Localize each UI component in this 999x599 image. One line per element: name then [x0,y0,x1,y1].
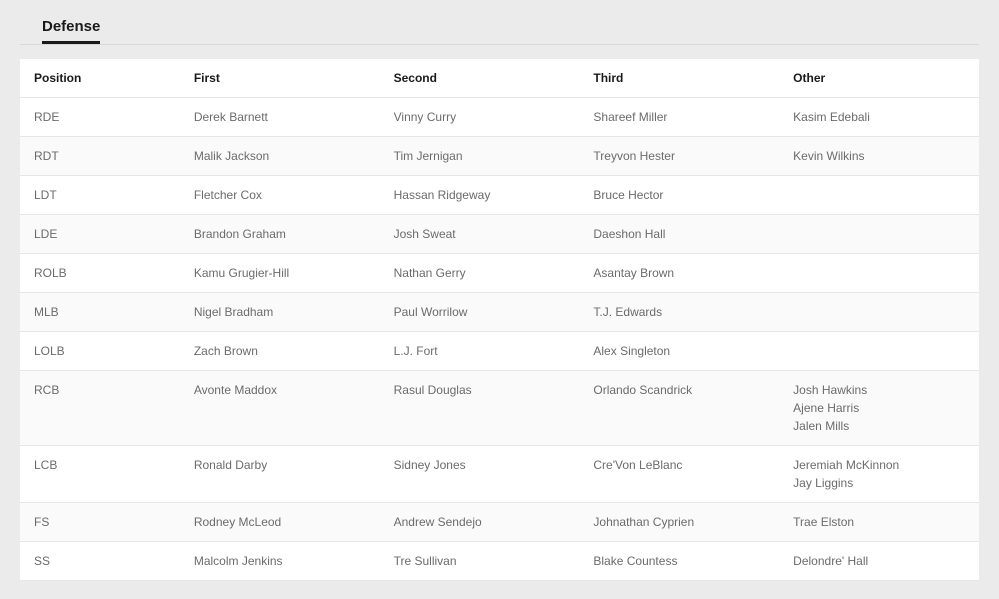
table-row: SSMalcolm JenkinsTre SullivanBlake Count… [20,542,979,581]
table-row: ROLBKamu Grugier-HillNathan GerryAsantay… [20,254,979,293]
cell-second: Vinny Curry [380,98,580,137]
other-player: Delondre' Hall [793,552,965,570]
other-player: Josh Hawkins [793,381,965,399]
cell-other: Josh HawkinsAjene HarrisJalen Mills [779,371,979,446]
cell-position: FS [20,503,180,542]
col-header-third: Third [579,59,779,98]
cell-first: Kamu Grugier-Hill [180,254,380,293]
section-title-wrap: Defense [20,18,979,45]
cell-third: Shareef Miller [579,98,779,137]
cell-position: LCB [20,446,180,503]
cell-first: Nigel Bradham [180,293,380,332]
cell-second: Josh Sweat [380,215,580,254]
cell-first: Malcolm Jenkins [180,542,380,581]
table-row: MLBNigel BradhamPaul WorrilowT.J. Edward… [20,293,979,332]
cell-second: Tim Jernigan [380,137,580,176]
cell-position: ROLB [20,254,180,293]
cell-first: Fletcher Cox [180,176,380,215]
cell-second: Nathan Gerry [380,254,580,293]
cell-second: L.J. Fort [380,332,580,371]
cell-other [779,332,979,371]
cell-second: Tre Sullivan [380,542,580,581]
section-title: Defense [42,18,100,44]
cell-third: T.J. Edwards [579,293,779,332]
cell-other [779,254,979,293]
cell-other: Kevin Wilkins [779,137,979,176]
table-row: LDEBrandon GrahamJosh SweatDaeshon Hall [20,215,979,254]
table-row: RCBAvonte MaddoxRasul DouglasOrlando Sca… [20,371,979,446]
cell-other: Jeremiah McKinnonJay Liggins [779,446,979,503]
other-player: Kevin Wilkins [793,147,965,165]
cell-position: RDT [20,137,180,176]
other-player: Trae Elston [793,513,965,531]
cell-position: SS [20,542,180,581]
cell-second: Paul Worrilow [380,293,580,332]
cell-position: RCB [20,371,180,446]
cell-first: Malik Jackson [180,137,380,176]
cell-second: Hassan Ridgeway [380,176,580,215]
cell-other: Trae Elston [779,503,979,542]
cell-second: Rasul Douglas [380,371,580,446]
cell-third: Cre'Von LeBlanc [579,446,779,503]
other-player: Ajene Harris [793,399,965,417]
cell-second: Andrew Sendejo [380,503,580,542]
cell-second: Sidney Jones [380,446,580,503]
col-header-first: First [180,59,380,98]
col-header-second: Second [380,59,580,98]
cell-third: Asantay Brown [579,254,779,293]
table-row: LOLBZach BrownL.J. FortAlex Singleton [20,332,979,371]
cell-position: LDT [20,176,180,215]
cell-first: Brandon Graham [180,215,380,254]
col-header-other: Other [779,59,979,98]
cell-position: LOLB [20,332,180,371]
table-row: FSRodney McLeodAndrew SendejoJohnathan C… [20,503,979,542]
cell-first: Avonte Maddox [180,371,380,446]
cell-third: Orlando Scandrick [579,371,779,446]
cell-third: Treyvon Hester [579,137,779,176]
other-player: Jay Liggins [793,474,965,492]
table-row: RDEDerek BarnettVinny CurryShareef Mille… [20,98,979,137]
table-header-row: Position First Second Third Other [20,59,979,98]
other-player: Jalen Mills [793,417,965,435]
table-row: RDTMalik JacksonTim JerniganTreyvon Hest… [20,137,979,176]
other-player: Jeremiah McKinnon [793,456,965,474]
depth-chart-table: Position First Second Third Other RDEDer… [20,59,979,581]
cell-third: Johnathan Cyprien [579,503,779,542]
col-header-position: Position [20,59,180,98]
cell-third: Alex Singleton [579,332,779,371]
cell-position: RDE [20,98,180,137]
cell-other: Delondre' Hall [779,542,979,581]
other-player: Kasim Edebali [793,108,965,126]
cell-other [779,176,979,215]
table-row: LCBRonald DarbySidney JonesCre'Von LeBla… [20,446,979,503]
cell-first: Zach Brown [180,332,380,371]
cell-third: Bruce Hector [579,176,779,215]
cell-third: Daeshon Hall [579,215,779,254]
cell-other: Kasim Edebali [779,98,979,137]
cell-first: Rodney McLeod [180,503,380,542]
cell-other [779,293,979,332]
cell-other [779,215,979,254]
depth-chart-section: Defense Position First Second Third Othe… [20,18,979,581]
table-row: LDTFletcher CoxHassan RidgewayBruce Hect… [20,176,979,215]
cell-third: Blake Countess [579,542,779,581]
cell-first: Ronald Darby [180,446,380,503]
cell-position: MLB [20,293,180,332]
cell-position: LDE [20,215,180,254]
cell-first: Derek Barnett [180,98,380,137]
